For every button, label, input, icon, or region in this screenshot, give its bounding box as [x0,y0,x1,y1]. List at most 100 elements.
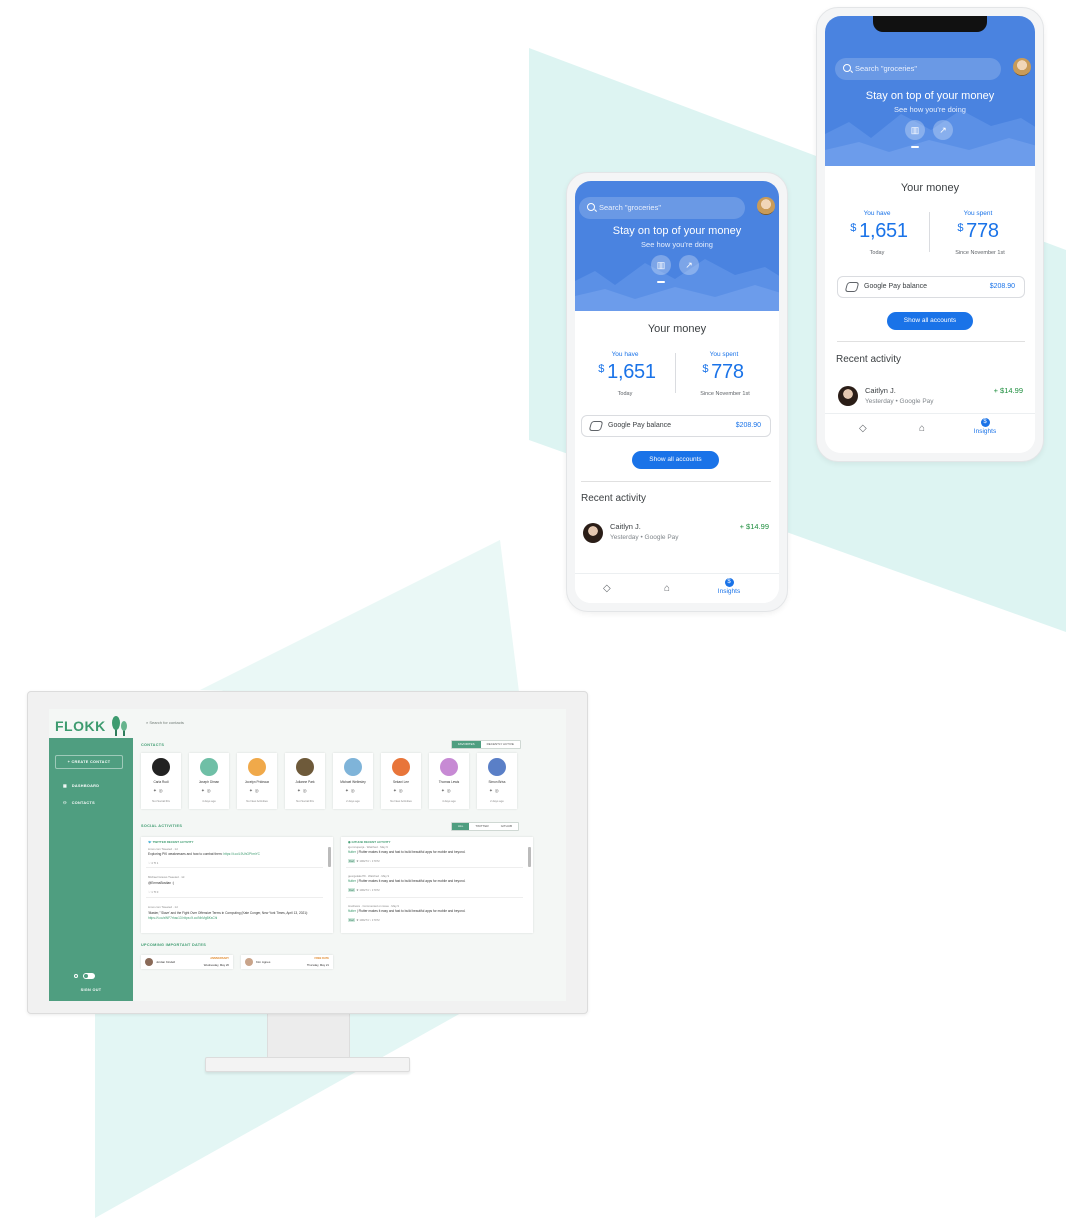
contact-card[interactable]: Julianne Park ✦◎ Not Social IDs [285,753,325,809]
money-title: Your money [647,323,707,335]
divider [837,341,1025,342]
contact-name: Simon Briss [488,780,506,784]
bar-chart-icon[interactable]: ▥ [651,255,671,275]
date-card[interactable]: Kim Agnes FREE DATE Thursday, May 21 [241,955,333,969]
tab-all[interactable]: ALL [452,823,470,830]
tweet-text: @EmmaBostian :) [148,881,174,885]
dashboard-icon: ▦ [63,784,67,788]
you-have-label: You have [611,351,639,358]
avatar [152,758,170,776]
nav-insights[interactable]: $ Insights [967,418,1003,435]
tag-icon[interactable]: ◇ [603,583,611,594]
contact-name: Joseph Diman [198,780,220,784]
tweet-link[interactable]: https://t.co/xWF7rhac13 https://t.co/NhM… [148,916,217,920]
social-icons: ✦◎ [249,788,261,793]
activity-name: Caitlyn J. [865,386,896,395]
social-icons: ✦◎ [297,788,309,793]
theme-toggle[interactable] [83,973,95,979]
contact-name: Thomas Lewis [438,780,460,784]
github-activity-panel: ◉ GITHUB RECENT ACTIVITY igor-krupenja ·… [341,837,533,933]
search-input[interactable]: Search "groceries" [579,197,745,219]
search-input[interactable]: Search "groceries" [835,58,1001,80]
sidebar: + CREATE CONTACT ▦ DASHBOARD ⚇ CONTACTS SI… [49,738,133,1001]
city-illustration [575,259,779,311]
dates-section-title: UPCOMING IMPORTANT DATES [141,943,207,947]
hero-subtitle: See how you're doing [894,105,966,114]
google-pay-icon [844,282,860,292]
github-meta: georgekalel79 · Watched · May 9 [348,874,390,878]
google-pay-balance-row[interactable]: Google Pay balance $208.90 [837,276,1025,298]
divider [929,212,930,252]
avatar[interactable] [757,197,775,215]
sign-out-button[interactable]: SIGN OUT [49,988,133,992]
scrollbar[interactable] [528,847,531,867]
date-value: Wednesday, May 26 [203,963,229,967]
social-icons: ✦◎ [345,788,357,793]
recent-activity-title: Recent activity [836,354,902,365]
activity-sub: Yesterday • Google Pay [865,398,934,405]
tag-icon[interactable]: ◇ [859,423,867,434]
github-meta: tmethews · Commented on issue · May 9 [348,904,399,908]
bottom-nav: ◇ ⌂ $ Insights [825,413,1035,443]
contact-card[interactable]: Jocelyn Prideaux ✦◎ No New Activities [237,753,277,809]
divider [146,867,323,868]
person-icon: ⚇ [63,801,67,805]
avatar [440,758,458,776]
contact-card[interactable]: Michael Wellesley ✦◎ 2 days ago [333,753,373,809]
sidebar-item-contacts[interactable]: ⚇ CONTACTS [63,800,95,805]
home-icon[interactable]: ⌂ [919,423,925,434]
hero-subtitle: See how you're doing [641,240,713,249]
github-stats: Dart ★ 100274 ⑂ 17072 [348,888,380,892]
tab-recently-active[interactable]: RECENTLY ACTIVE [480,741,520,748]
avatar [145,958,153,966]
show-all-accounts-button[interactable]: Show all accounts [887,312,973,330]
hero-title: Stay on top of your money [612,225,742,237]
divider [346,897,523,898]
insights-icon: $ [980,418,990,427]
contact-card[interactable]: Thomas Lewis ✦◎ 4 days ago [429,753,469,809]
desktop-monitor: FLOKK ⌕ Search for contacts + CREATE CON… [27,691,588,1014]
contact-card[interactable]: Simon Briss ✦◎ 2 days ago [477,753,517,809]
date-type: FREE DATE [314,957,329,960]
create-contact-button[interactable]: + CREATE CONTACT [55,755,123,769]
contacts-filter-tabs: FAVORITES RECENTLY ACTIVE [451,740,521,749]
avatar [344,758,362,776]
you-have-amount: $1,651 [598,361,656,383]
home-icon[interactable]: ⌂ [664,583,670,594]
trend-icon[interactable]: ↗ [933,120,953,140]
show-all-accounts-button[interactable]: Show all accounts [632,451,719,469]
search-icon [843,64,851,72]
hero-banner: Search "groceries" Stay on top of your m… [825,16,1035,166]
flokk-logo: FLOKK [55,718,106,734]
contact-card[interactable]: Sekani Lee ✦◎ No New Activities [381,753,421,809]
github-stats: Dart ★ 100274 ⑂ 17072 [348,918,380,922]
date-card[interactable]: Jordan Kindell ANNIVERSARY Wednesday, Ma… [141,955,233,969]
date-value: Thursday, May 21 [306,963,329,967]
money-title: Your money [900,182,960,194]
divider [146,897,323,898]
social-filter-tabs: ALL TWITTER GITHUB [451,822,520,831]
tab-github[interactable]: GITHUB [494,823,519,830]
social-icons: ✦◎ [441,788,453,793]
contact-card[interactable]: Carla Rudi ✦◎ Not Social IDs [141,753,181,809]
tab-favorites[interactable]: FAVORITES [452,741,481,748]
tweet-link[interactable]: https://t.co/L9UhGPhmYC [223,852,260,856]
bar-chart-icon[interactable]: ▥ [905,120,925,140]
search-input[interactable]: ⌕ Search for contacts [146,720,184,725]
contact-status: 2 days ago [490,799,504,803]
activity-avatar [838,386,858,406]
google-pay-balance-row[interactable]: Google Pay balance $208.90 [581,415,771,437]
github-stats: Dart ★ 100274 ⑂ 17072 [348,859,380,863]
sidebar-item-dashboard[interactable]: ▦ DASHBOARD [63,783,99,788]
bottom-nav: ◇ ⌂ $ Insights [575,573,779,603]
tab-twitter[interactable]: TWITTER [469,823,495,830]
search-icon [587,203,595,211]
contact-card[interactable]: Joseph Diman ✦◎ 4 days ago [189,753,229,809]
avatar[interactable] [1013,58,1031,76]
nav-insights[interactable]: $ Insights [711,578,747,595]
twitter-panel-header: 🐦 TWITTER RECENT ACTIVITY [148,840,194,844]
contact-name: Julianne Park [295,780,315,784]
contact-status: Not Social IDs [152,799,170,803]
scrollbar[interactable] [328,847,331,867]
trend-icon[interactable]: ↗ [679,255,699,275]
